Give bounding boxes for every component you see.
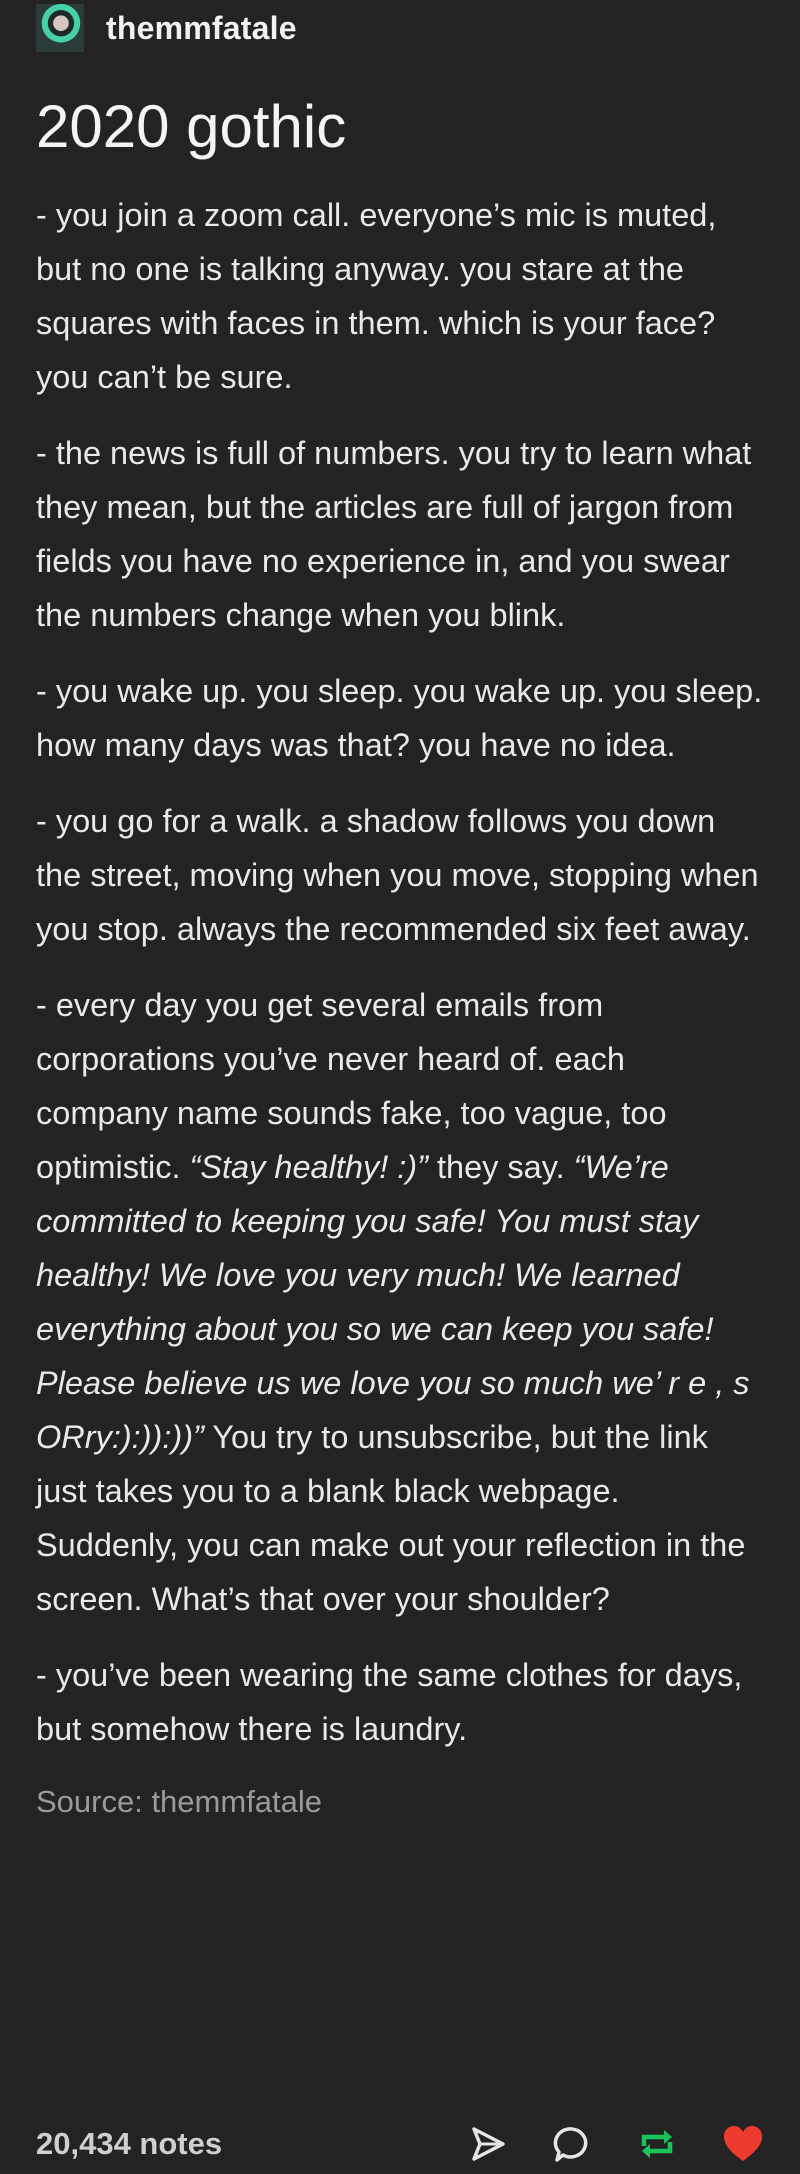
emails-quote-2: “We’re committed to keeping you safe! Yo… [36, 1149, 750, 1455]
avatar[interactable] [36, 4, 84, 52]
notes-count[interactable]: 20,434 notes [36, 2126, 468, 2162]
paragraph-sleep: - you wake up. you sleep. you wake up. y… [36, 673, 763, 763]
post-actions [468, 2124, 764, 2164]
like-icon[interactable] [722, 2124, 764, 2164]
paragraph-news: - the news is full of numbers. you try t… [36, 435, 752, 633]
emails-quote-1: “Stay healthy! :)” [189, 1149, 428, 1185]
source-link[interactable]: Source: themmfatale [36, 1782, 764, 1822]
paragraph-emails: - every day you get several emails from … [36, 978, 764, 1626]
reblog-icon[interactable] [636, 2124, 678, 2164]
post-title: 2020 gothic [36, 93, 347, 160]
paragraph-laundry: - you’ve been wearing the same clothes f… [36, 1657, 743, 1747]
paragraph-zoom: - you join a zoom call. everyone’s mic i… [36, 197, 717, 395]
share-icon[interactable] [468, 2124, 508, 2164]
tumblr-post: themmfatale 2020 gothic - you join a zoo… [0, 0, 800, 2174]
post-footer: 20,434 notes [36, 2116, 764, 2172]
post-header: themmfatale [36, 0, 764, 56]
reply-icon[interactable] [552, 2124, 592, 2164]
paragraph-walk: - you go for a walk. a shadow follows yo… [36, 803, 759, 947]
username[interactable]: themmfatale [106, 10, 297, 47]
emails-mid: they say. [427, 1149, 574, 1185]
